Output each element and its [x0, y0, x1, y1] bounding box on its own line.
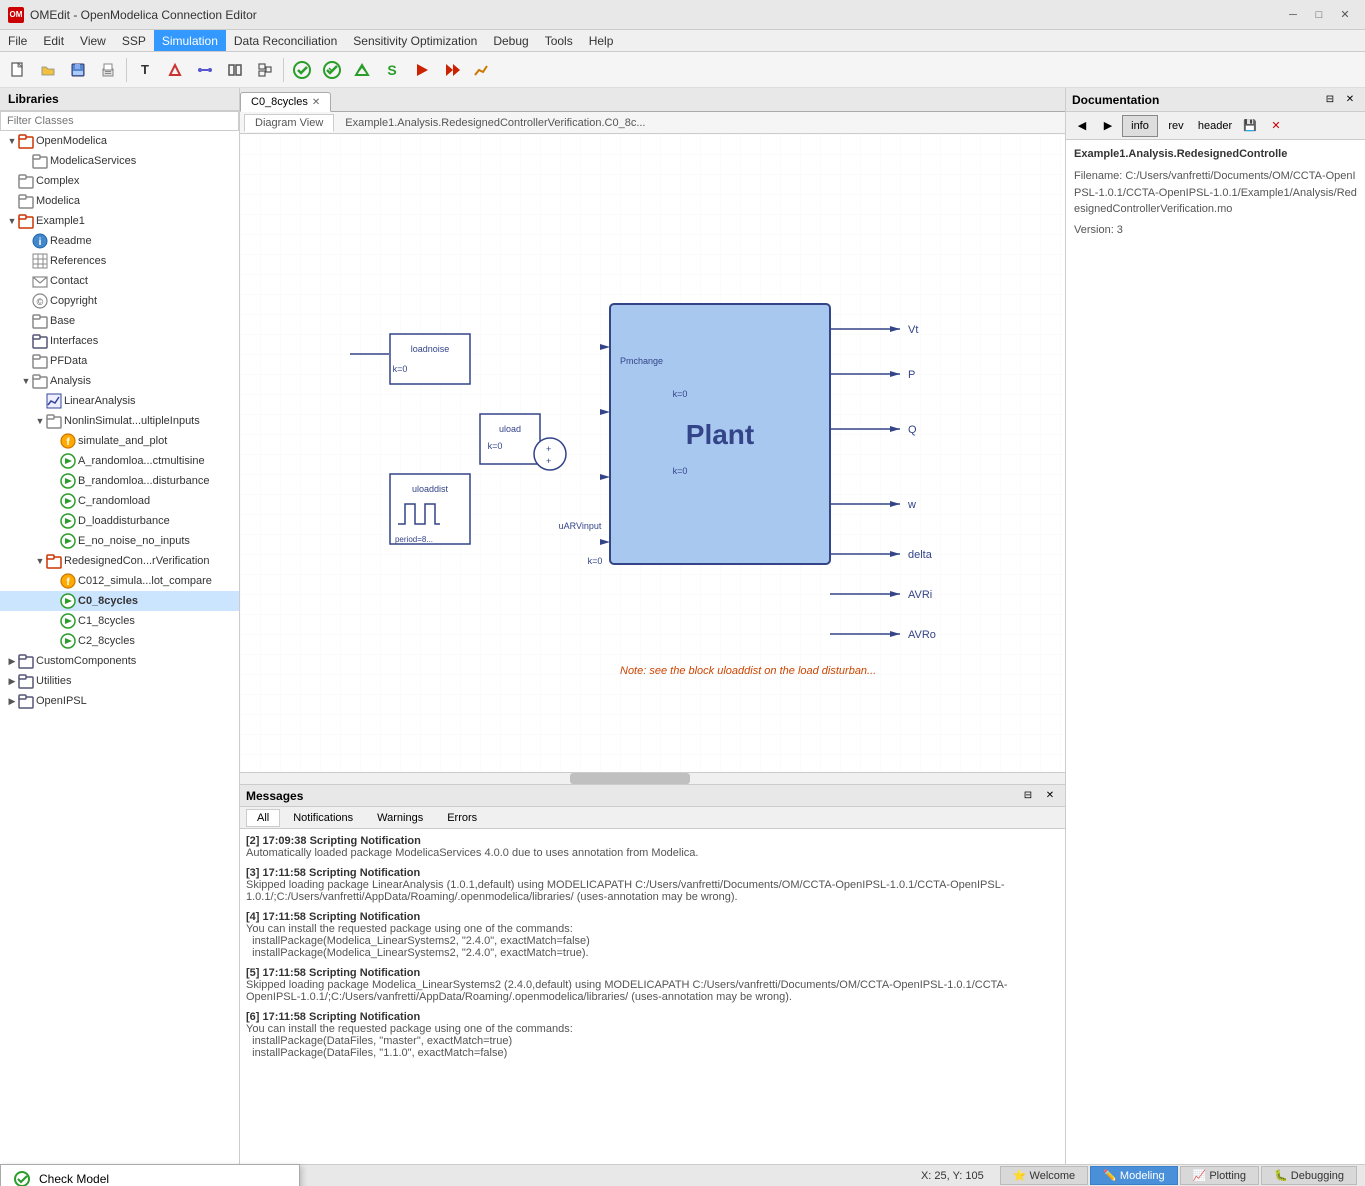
menu-entry-label-check-model: Check Model [39, 1172, 109, 1186]
simulation-menu: Check ModelCheck All ModelsInstantiate M… [0, 1164, 300, 1186]
dropdown-overlay[interactable] [0, 0, 1365, 1186]
menu-entry-icon-check-model [13, 1170, 31, 1186]
menu-entry-check-model[interactable]: Check Model [1, 1165, 299, 1186]
